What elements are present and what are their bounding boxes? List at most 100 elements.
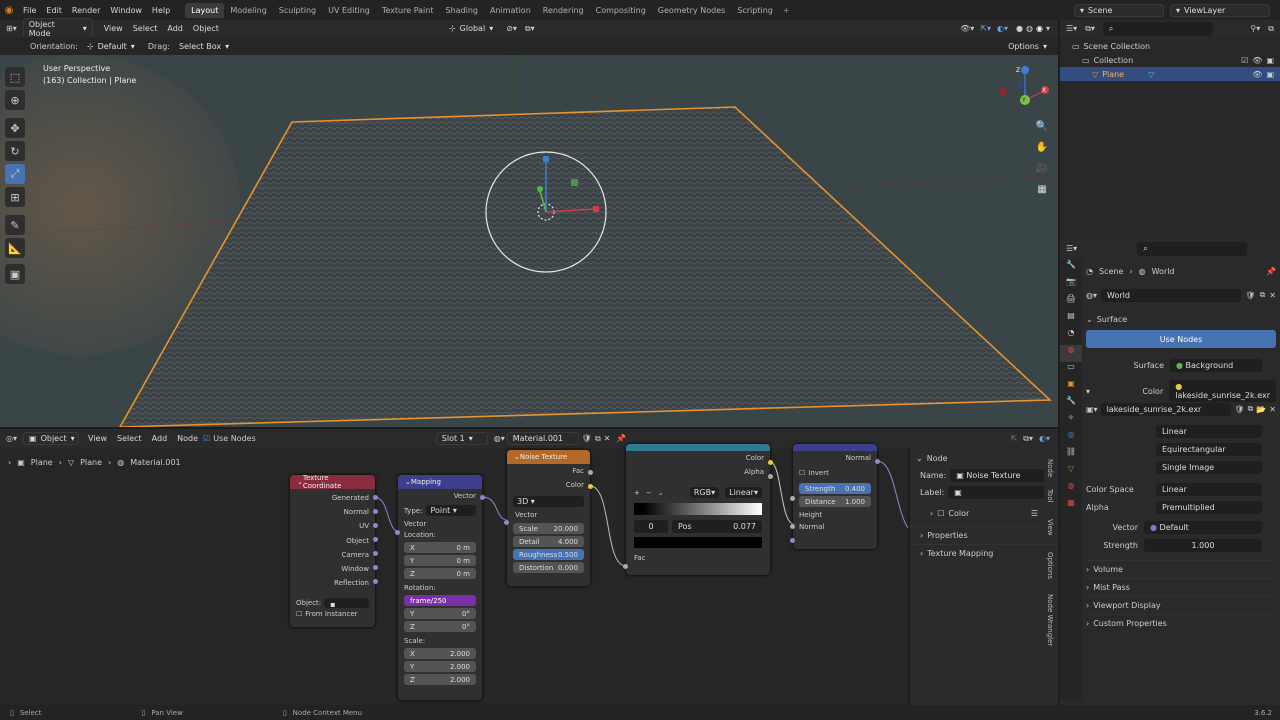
modifier-tab-icon[interactable]: 🔧	[1060, 396, 1082, 413]
menu-file[interactable]: File	[18, 6, 41, 15]
pin-icon[interactable]: 📌	[1266, 267, 1276, 276]
location-y[interactable]: Y0 m	[404, 555, 476, 566]
collection-tab-icon[interactable]: ▭	[1060, 362, 1082, 379]
noise-socket-fac[interactable]	[588, 470, 593, 475]
physics-tab-icon[interactable]: ◎	[1060, 430, 1082, 447]
ramp-out-alpha[interactable]: Alpha	[632, 465, 764, 479]
texcoord-out-object[interactable]: Object	[296, 534, 369, 548]
volume-section[interactable]: › Volume	[1086, 560, 1276, 578]
outliner-display-icon[interactable]: ⧉▾	[1085, 24, 1095, 34]
noise-out-color[interactable]: Color	[513, 478, 584, 492]
ne-pin-icon[interactable]: 📌	[616, 434, 626, 443]
sidetab-options[interactable]: Options	[1044, 548, 1056, 584]
shading-rendered-icon[interactable]: ◉	[1036, 24, 1043, 33]
node-texture-coordinate[interactable]: ⌄ Texture Coordinate Generated Normal UV…	[290, 474, 378, 627]
camera-restrict-icon[interactable]: ▣	[1266, 56, 1274, 65]
ramp-gradient[interactable]	[634, 503, 762, 515]
from-instancer-row[interactable]: ☐ From Instancer	[290, 610, 375, 618]
tab-texture-paint[interactable]: Texture Paint	[376, 3, 440, 18]
location-z[interactable]: Z0 m	[404, 568, 476, 579]
ne-menu-node[interactable]: Node	[172, 434, 203, 443]
node-color-row[interactable]: › ☐ Color ☰	[910, 501, 1058, 526]
image-dup-icon[interactable]: ⧉	[1248, 404, 1254, 414]
noise-dimension-select[interactable]: 3D ▾	[513, 496, 584, 507]
image-browse-icon[interactable]: ▣▾	[1086, 405, 1098, 414]
viewlayer-selector[interactable]: ▾ ViewLayer	[1170, 3, 1270, 17]
ramp-index-field[interactable]: 0	[634, 520, 668, 533]
ne-overlay-icon[interactable]: ◐▾	[1039, 434, 1050, 443]
snap-icon[interactable]: ⧉▾	[525, 24, 535, 34]
scale-icon[interactable]: ⤢	[5, 164, 25, 184]
node-name-field[interactable]: ▣ Noise Texture	[950, 469, 1048, 482]
vp-menu-select[interactable]: Select	[128, 24, 163, 33]
noise-detail[interactable]: Detail 4.000	[513, 536, 584, 547]
visibility-icon[interactable]: 👁▾	[960, 24, 974, 33]
ramp-socket-color[interactable]	[768, 460, 773, 465]
orientation-selector[interactable]: ⊹ Default ▾	[82, 41, 142, 52]
select-box-icon[interactable]: ⬚	[5, 67, 25, 87]
alpha-select[interactable]: Premultiplied	[1156, 500, 1262, 514]
ne-menu-add[interactable]: Add	[147, 434, 173, 443]
image-fake-user-icon[interactable]: 🛡	[1234, 405, 1244, 414]
unlink-icon[interactable]: ✕	[1269, 291, 1276, 300]
bump-strength[interactable]: Strength 0.400	[799, 483, 871, 494]
outliner-editor-icon[interactable]: ☰▾	[1066, 24, 1077, 33]
world-browse-icon[interactable]: ◍▾	[1086, 291, 1097, 300]
transform-orientation[interactable]: ⊹ Global ▾	[444, 23, 498, 34]
color-field[interactable]: ● lakeside_sunrise_2k.exr	[1169, 380, 1276, 402]
outliner-collection[interactable]: ▭ Collection ☑ 👁 ▣	[1060, 53, 1280, 67]
bump-distance[interactable]: Distance 1.000	[799, 496, 871, 507]
material-dup-icon[interactable]: ⧉	[595, 434, 601, 444]
ne-menu-view[interactable]: View	[83, 434, 112, 443]
slot-selector[interactable]: Slot 1 ▾	[435, 432, 488, 445]
noise-out-fac[interactable]: Fac	[513, 464, 584, 478]
viewport-display-section[interactable]: › Viewport Display	[1086, 596, 1276, 614]
mapping-in-vector[interactable]: Vector	[398, 518, 482, 530]
use-nodes-button[interactable]: Use Nodes	[1086, 330, 1276, 348]
ramp-socket-fac[interactable]	[623, 564, 628, 569]
noise-in-vector[interactable]: Vector	[507, 511, 590, 519]
rotation-x-driver[interactable]: frame/250	[404, 595, 476, 606]
tab-modeling[interactable]: Modeling	[224, 3, 272, 18]
zoom-icon[interactable]: 🔍	[1033, 121, 1051, 142]
pivot-icon[interactable]: ⊘▾	[506, 24, 517, 33]
plane-camera-icon[interactable]: ▣	[1266, 70, 1274, 79]
noise-socket-color[interactable]	[588, 484, 593, 489]
texcoord-out-camera[interactable]: Camera	[296, 548, 369, 562]
tab-layout[interactable]: Layout	[185, 2, 225, 18]
move-icon[interactable]: ✥	[5, 118, 25, 138]
fake-user-icon[interactable]: 🛡	[1245, 291, 1255, 300]
tab-compositing[interactable]: Compositing	[590, 3, 652, 18]
vp-menu-object[interactable]: Object	[188, 24, 224, 33]
noise-scale[interactable]: Scale 20.000	[513, 523, 584, 534]
node-color-list-icon[interactable]: ☰	[1031, 509, 1038, 518]
mist-section[interactable]: › Mist Pass	[1086, 578, 1276, 596]
tab-scripting[interactable]: Scripting	[731, 3, 779, 18]
vp-menu-add[interactable]: Add	[162, 24, 188, 33]
tab-animation[interactable]: Animation	[484, 3, 537, 18]
bump-invert-checkbox[interactable]: ☐	[799, 469, 805, 477]
world-name-field[interactable]: World	[1101, 288, 1242, 302]
world-tab-icon[interactable]: ◍	[1060, 345, 1082, 362]
bump-in-height[interactable]: Height	[793, 509, 877, 521]
socket-uv[interactable]	[373, 523, 378, 528]
ramp-remove-icon[interactable]: −	[646, 489, 652, 497]
socket-reflection[interactable]	[373, 579, 378, 584]
node-mapping[interactable]: ⌄ Mapping Vector Type: Point ▾ Vector Loc…	[395, 475, 485, 700]
bump-in-normal[interactable]: Normal	[793, 521, 877, 533]
material-tab-icon[interactable]: ◍	[1060, 481, 1082, 498]
tab-shading[interactable]: Shading	[439, 3, 484, 18]
ne-parent-icon[interactable]: ⇱	[1011, 434, 1018, 443]
node-bump[interactable]: Normal ☐ Invert Strength 0.400 Distance 1.0…	[790, 444, 880, 549]
texcoord-out-window[interactable]: Window	[296, 562, 369, 576]
bump-socket-normal-in[interactable]	[790, 538, 795, 543]
duplicate-icon[interactable]: ⧉	[1260, 290, 1266, 300]
transform-icon[interactable]: ⊞	[5, 187, 25, 207]
output-tab-icon[interactable]: 🖨	[1060, 294, 1082, 311]
tool-tab-icon[interactable]: 🔧	[1060, 260, 1082, 277]
custom-props-section[interactable]: › Custom Properties	[1086, 614, 1276, 632]
camera-icon[interactable]: 🎥	[1033, 163, 1051, 184]
object-tab-icon[interactable]: ▣	[1060, 379, 1082, 396]
filter-icon[interactable]: ⚲▾	[1250, 24, 1260, 33]
new-collection-icon[interactable]: ⧉	[1268, 24, 1274, 34]
